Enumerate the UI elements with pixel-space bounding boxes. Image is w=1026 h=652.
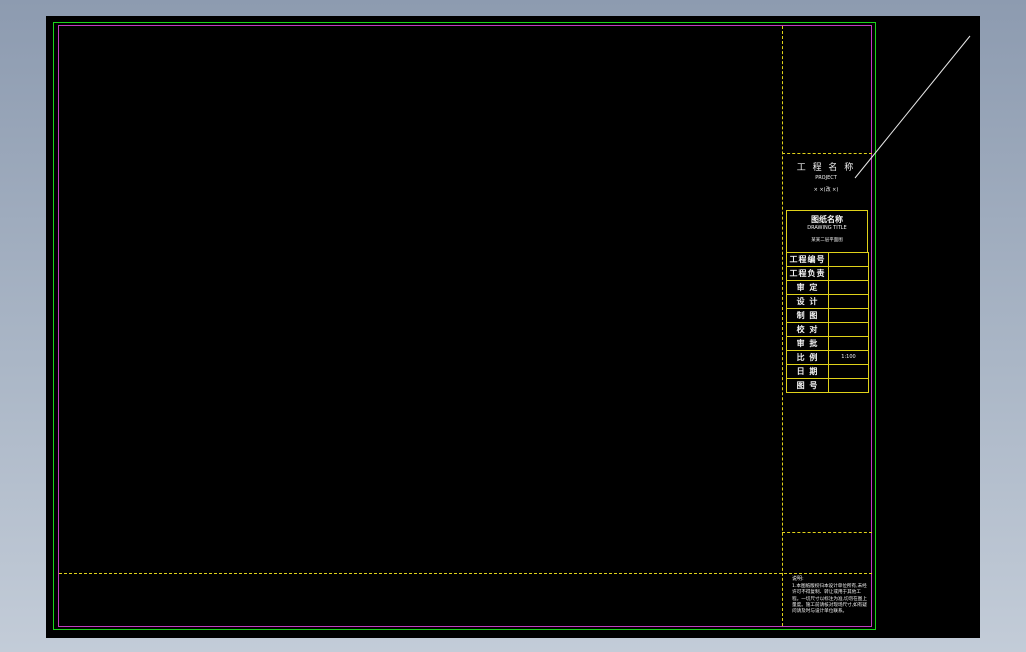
cad-drawing-viewport[interactable]: 工 程 名 称 PROJECT × ×(改 ×) 图纸名称 DRAWING TI…: [46, 16, 980, 638]
leader-line: [854, 35, 971, 179]
